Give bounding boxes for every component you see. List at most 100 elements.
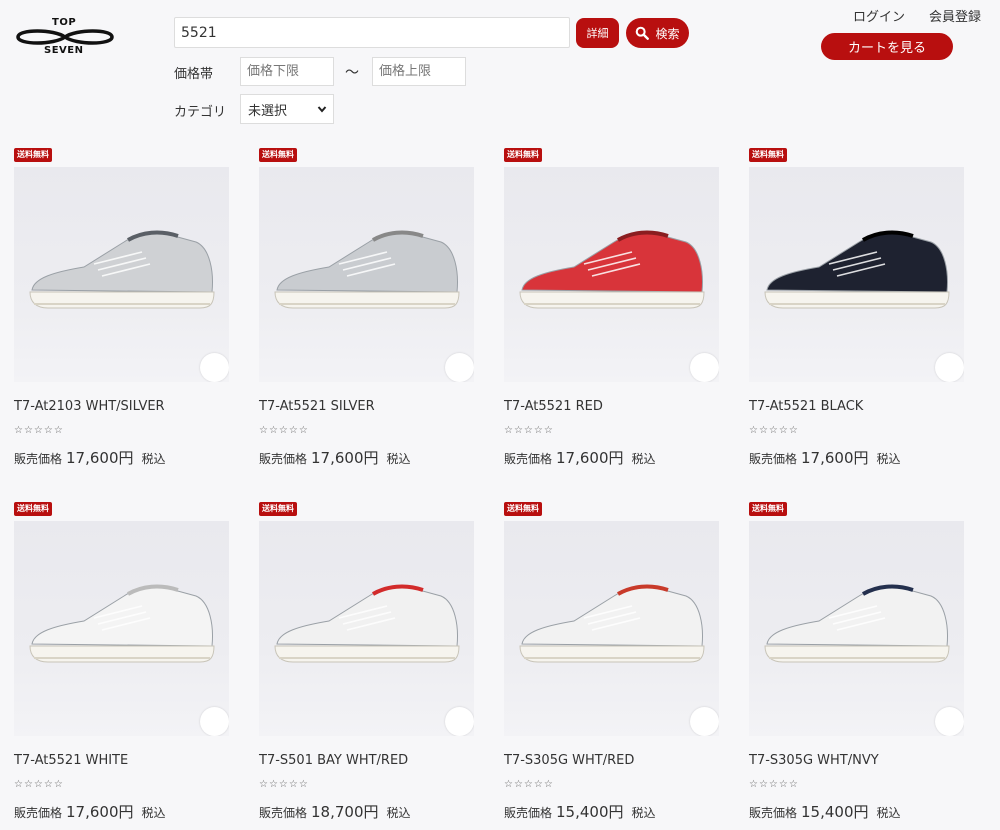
favorite-button[interactable] bbox=[690, 707, 719, 736]
tax-label: 税込 bbox=[876, 452, 901, 466]
tax-label: 税込 bbox=[386, 452, 411, 466]
price-prefix: 販売価格 bbox=[14, 452, 63, 466]
brand-logo[interactable]: TOP SEVEN bbox=[14, 17, 116, 58]
search-input[interactable] bbox=[174, 17, 570, 48]
product-price: 販売価格 17,600円 税込 bbox=[504, 447, 656, 468]
price-value: 17,600円 bbox=[556, 449, 624, 467]
favorite-button[interactable] bbox=[935, 353, 964, 382]
product-card[interactable]: 送料無料 T7-At2103 WHT/SILVER ☆☆☆☆☆ 販売価格 17,… bbox=[14, 148, 230, 478]
price-range-label: 価格帯 bbox=[174, 67, 214, 82]
favorite-button[interactable] bbox=[200, 353, 229, 382]
price-range-separator: ～ bbox=[345, 65, 359, 81]
category-select[interactable]: 未選択 bbox=[240, 94, 334, 124]
free-shipping-badge: 送料無料 bbox=[259, 148, 297, 162]
free-shipping-badge: 送料無料 bbox=[259, 502, 297, 516]
product-price: 販売価格 17,600円 税込 bbox=[14, 801, 166, 822]
product-name[interactable]: T7-S305G WHT/NVY bbox=[749, 753, 879, 768]
category-selected-value: 未選択 bbox=[248, 103, 288, 119]
price-prefix: 販売価格 bbox=[749, 806, 798, 820]
favorite-button[interactable] bbox=[445, 353, 474, 382]
product-name[interactable]: T7-At5521 WHITE bbox=[14, 753, 128, 768]
product-name[interactable]: T7-At5521 BLACK bbox=[749, 399, 863, 414]
rating-stars: ☆☆☆☆☆ bbox=[749, 425, 799, 436]
price-prefix: 販売価格 bbox=[749, 452, 798, 466]
product-card[interactable]: 送料無料 T7-At5521 RED ☆☆☆☆☆ 販売価格 17,600円 税込 bbox=[504, 148, 720, 478]
product-price: 販売価格 17,600円 税込 bbox=[14, 447, 166, 468]
favorite-button[interactable] bbox=[200, 707, 229, 736]
product-card[interactable]: 送料無料 T7-At5521 WHITE ☆☆☆☆☆ 販売価格 17,600円 … bbox=[14, 502, 230, 830]
sneaker-image bbox=[519, 230, 705, 309]
sneaker-image bbox=[274, 230, 460, 309]
product-name[interactable]: T7-S305G WHT/RED bbox=[504, 753, 634, 768]
product-price: 販売価格 18,700円 税込 bbox=[259, 801, 411, 822]
favorite-button[interactable] bbox=[445, 707, 474, 736]
product-image[interactable] bbox=[259, 521, 474, 736]
product-image[interactable] bbox=[504, 521, 719, 736]
search-button[interactable]: 検索 bbox=[626, 18, 689, 48]
price-prefix: 販売価格 bbox=[504, 806, 553, 820]
product-image[interactable] bbox=[749, 167, 964, 382]
category-label: カテゴリ bbox=[174, 105, 227, 120]
register-link[interactable]: 会員登録 bbox=[929, 6, 981, 25]
product-name[interactable]: T7-At5521 RED bbox=[504, 399, 603, 414]
favorite-button[interactable] bbox=[690, 353, 719, 382]
product-price: 販売価格 15,400円 税込 bbox=[504, 801, 656, 822]
product-image[interactable] bbox=[259, 167, 474, 382]
product-image[interactable] bbox=[504, 167, 719, 382]
price-max-input[interactable] bbox=[372, 57, 466, 86]
product-card[interactable]: 送料無料 T7-S305G WHT/RED ☆☆☆☆☆ 販売価格 15,400円… bbox=[504, 502, 720, 830]
product-name[interactable]: T7-At2103 WHT/SILVER bbox=[14, 399, 165, 414]
search-icon bbox=[636, 26, 650, 40]
sneaker-image bbox=[274, 584, 460, 663]
rating-stars: ☆☆☆☆☆ bbox=[14, 779, 64, 790]
tax-label: 税込 bbox=[876, 806, 901, 820]
price-value: 15,400円 bbox=[801, 803, 869, 821]
sneaker-image bbox=[519, 584, 705, 663]
rating-stars: ☆☆☆☆☆ bbox=[259, 779, 309, 790]
product-card[interactable]: 送料無料 T7-S501 BAY WHT/RED ☆☆☆☆☆ 販売価格 18,7… bbox=[259, 502, 475, 830]
price-min-input[interactable] bbox=[240, 57, 334, 86]
rating-stars: ☆☆☆☆☆ bbox=[504, 779, 554, 790]
sneaker-image bbox=[29, 230, 215, 309]
tax-label: 税込 bbox=[631, 452, 656, 466]
product-image[interactable] bbox=[14, 167, 229, 382]
logo-text-bottom: SEVEN bbox=[44, 45, 84, 56]
free-shipping-badge: 送料無料 bbox=[749, 148, 787, 162]
sneaker-image bbox=[29, 584, 215, 663]
price-prefix: 販売価格 bbox=[259, 806, 308, 820]
product-image[interactable] bbox=[749, 521, 964, 736]
tax-label: 税込 bbox=[386, 806, 411, 820]
login-link[interactable]: ログイン bbox=[853, 6, 905, 25]
tax-label: 税込 bbox=[141, 806, 166, 820]
free-shipping-badge: 送料無料 bbox=[14, 148, 52, 162]
price-value: 17,600円 bbox=[801, 449, 869, 467]
product-image[interactable] bbox=[14, 521, 229, 736]
view-cart-button[interactable]: カートを見る bbox=[821, 33, 953, 60]
price-value: 15,400円 bbox=[556, 803, 624, 821]
price-prefix: 販売価格 bbox=[504, 452, 553, 466]
price-value: 17,600円 bbox=[66, 449, 134, 467]
rating-stars: ☆☆☆☆☆ bbox=[749, 779, 799, 790]
free-shipping-badge: 送料無料 bbox=[504, 148, 542, 162]
product-name[interactable]: T7-S501 BAY WHT/RED bbox=[259, 753, 408, 768]
rating-stars: ☆☆☆☆☆ bbox=[504, 425, 554, 436]
product-name[interactable]: T7-At5521 SILVER bbox=[259, 399, 375, 414]
sneaker-image bbox=[764, 584, 950, 663]
price-value: 18,700円 bbox=[311, 803, 379, 821]
free-shipping-badge: 送料無料 bbox=[14, 502, 52, 516]
product-price: 販売価格 15,400円 税込 bbox=[749, 801, 901, 822]
favorite-button[interactable] bbox=[935, 707, 964, 736]
product-card[interactable]: 送料無料 T7-S305G WHT/NVY ☆☆☆☆☆ 販売価格 15,400円… bbox=[749, 502, 965, 830]
search-button-label: 検索 bbox=[655, 26, 680, 41]
tax-label: 税込 bbox=[631, 806, 656, 820]
product-price: 販売価格 17,600円 税込 bbox=[259, 447, 411, 468]
detail-search-button[interactable]: 詳細 bbox=[576, 18, 619, 48]
free-shipping-badge: 送料無料 bbox=[749, 502, 787, 516]
price-prefix: 販売価格 bbox=[259, 452, 308, 466]
product-card[interactable]: 送料無料 T7-At5521 SILVER ☆☆☆☆☆ 販売価格 17,600円… bbox=[259, 148, 475, 478]
price-value: 17,600円 bbox=[311, 449, 379, 467]
product-card[interactable]: 送料無料 T7-At5521 BLACK ☆☆☆☆☆ 販売価格 17,600円 … bbox=[749, 148, 965, 478]
product-price: 販売価格 17,600円 税込 bbox=[749, 447, 901, 468]
rating-stars: ☆☆☆☆☆ bbox=[14, 425, 64, 436]
rating-stars: ☆☆☆☆☆ bbox=[259, 425, 309, 436]
